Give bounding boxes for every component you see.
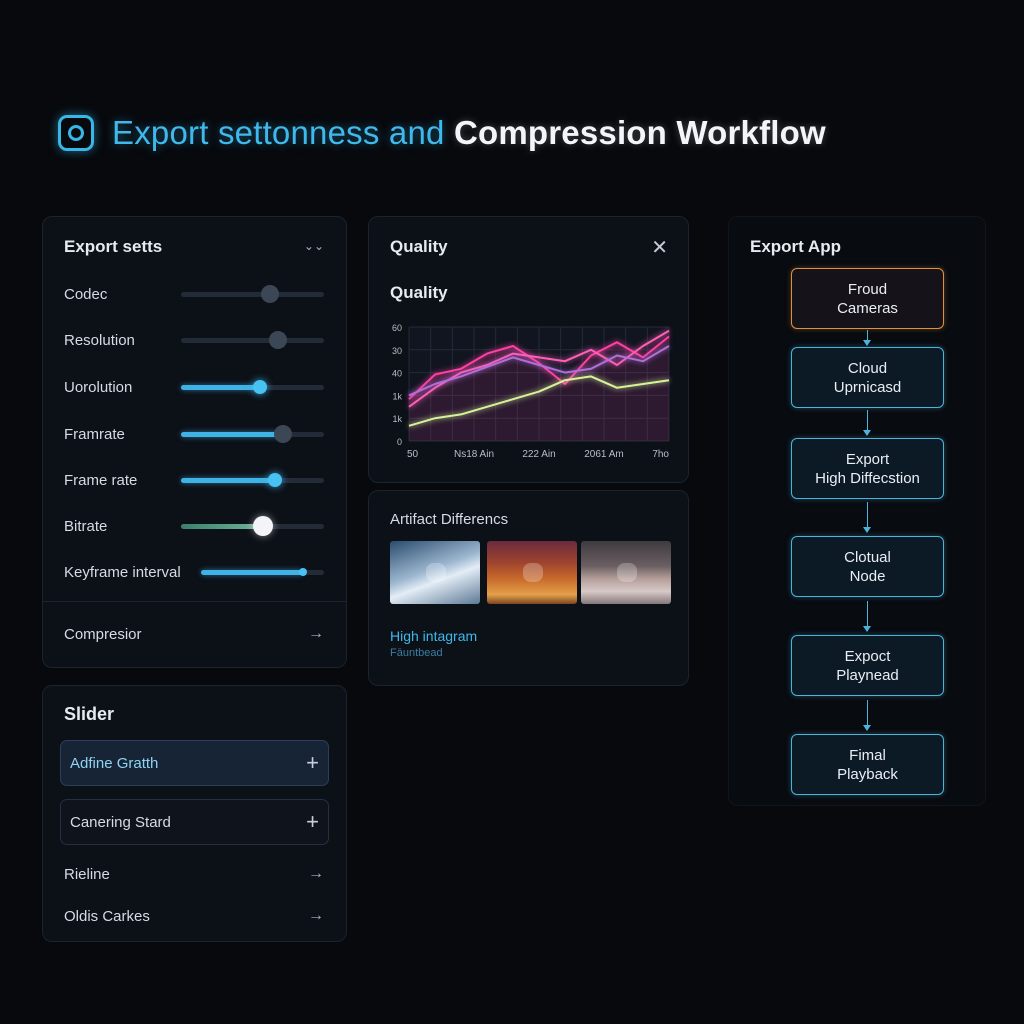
resolution-slider[interactable] [181, 331, 324, 349]
export-settings-title: Export setts [64, 237, 163, 256]
x-tick-label: 222 Ain [522, 449, 555, 460]
slider-handle[interactable] [252, 516, 273, 536]
flow-arrow [863, 700, 871, 731]
artifact-thumbnail[interactable] [487, 541, 577, 604]
setting-label: Keyframe interval [64, 563, 181, 581]
slider-handle[interactable] [268, 473, 283, 487]
arrow-right-icon: → [308, 865, 324, 882]
link-label: Oldis Carkes [64, 907, 150, 925]
pipeline-link[interactable]: Rieline → [64, 865, 324, 883]
x-tick-label: 50 [407, 449, 419, 460]
x-tick-label: Ns18 Ain [454, 449, 494, 460]
add-graph-button[interactable]: Adfine Gratth + [60, 740, 329, 786]
node-line: Clotual [844, 548, 891, 566]
y-tick-label: 1k [392, 414, 402, 424]
divider [43, 601, 346, 602]
bitrate-slider[interactable] [181, 516, 324, 536]
setting-row-bitrate: Bitrate [64, 514, 324, 538]
chevron-down-icon[interactable]: ⌄⌄ [304, 239, 324, 253]
quality-chart: 60 30 40 1k 1k 0 50 Ns18 Ain 222 Ain 2061 Am 7ho [392, 323, 670, 460]
setting-label: Resolution [64, 331, 135, 349]
artifact-title: Artifact Differencs [390, 511, 509, 528]
flow-node-source[interactable]: Froud Cameras [791, 268, 944, 329]
artifact-thumbnail[interactable] [581, 541, 671, 604]
setting-row-framrate: Framrate [64, 422, 324, 446]
slider-panel: Slider Adfine Gratth + Canering Stard + … [42, 685, 347, 942]
workflow-panel: Export App Froud Cameras Cloud Uprnicasd… [728, 216, 986, 806]
flow-node-export-playhead[interactable]: Expoct Playnead [791, 635, 944, 696]
flow-node-final-playback[interactable]: Fimal Playback [791, 734, 944, 795]
high-histogram-link[interactable]: High intagram [390, 628, 477, 644]
flow-arrow [863, 601, 871, 632]
canering-stard-button[interactable]: Canering Stard + [60, 799, 329, 845]
flow-arrow [863, 330, 871, 346]
setting-row-uorolution: Uorolution [64, 375, 324, 399]
button-label: Adfine Gratth [70, 754, 159, 772]
node-line: Cloud [847, 359, 888, 377]
arrow-right-icon: → [308, 907, 324, 924]
keyframe-interval-slider[interactable] [201, 568, 324, 576]
setting-label: Uorolution [64, 378, 133, 396]
artifact-subtext: Fāuntbead [390, 647, 443, 659]
setting-row-resolution: Resolution [64, 328, 324, 352]
export-settings-panel: Export setts ⌄⌄ Codec Resolution Uorolut… [42, 216, 347, 668]
node-line: Fimal [849, 746, 886, 764]
plus-icon: + [306, 809, 319, 834]
x-tick-label: 7ho [652, 449, 669, 460]
page-title: Export settonness and Compression Workfl… [112, 114, 826, 152]
setting-label: Framrate [64, 425, 125, 443]
flow-arrow [863, 410, 871, 436]
workflow-title: Export App [750, 237, 841, 256]
y-tick-label: 60 [392, 323, 402, 333]
camera-logo-icon [58, 115, 94, 151]
flow-node-cloud-upload[interactable]: Cloud Uprnicasd [791, 347, 944, 408]
slider-handle[interactable] [252, 380, 267, 394]
app-header: Export settonness and Compression Workfl… [58, 108, 826, 158]
node-line: Cameras [837, 299, 898, 317]
slider-handle[interactable] [273, 425, 292, 443]
button-label: Canering Stard [70, 813, 171, 831]
node-line: Playnead [836, 666, 899, 684]
y-tick-label: 0 [397, 437, 402, 447]
arrow-right-icon: → [308, 625, 324, 642]
node-line: Export [845, 450, 890, 468]
flow-node-cloud-node[interactable]: Clotual Node [791, 536, 944, 597]
y-tick-label: 30 [392, 346, 402, 356]
artifact-panel: Artifact Differencs High intagram Fāuntb… [368, 490, 689, 686]
framrate-slider[interactable] [181, 425, 324, 443]
link-label: Rieline [64, 865, 110, 883]
slider-handle[interactable] [260, 285, 279, 303]
compression-label: Compresior [64, 625, 142, 643]
node-line: Playback [837, 765, 898, 783]
page-title-part2: Compression Workflow [453, 114, 826, 151]
node-line: Uprnicasd [833, 378, 902, 396]
node-line: Froud [847, 280, 888, 298]
x-tick-label: 2061 Am [584, 449, 623, 460]
compression-link[interactable]: Compresior → [64, 625, 324, 643]
slider-panel-title: Slider [64, 704, 115, 724]
codec-slider[interactable] [181, 285, 324, 303]
setting-row-codec: Codec [64, 282, 324, 306]
page-title-part1: Export settonness and [112, 114, 445, 151]
frame-rate-slider[interactable] [181, 473, 324, 487]
setting-label: Codec [64, 285, 108, 303]
quality-panel: Quality ✕ Quality 60 30 40 1k 1k 0 50 Ns18 Ain 2… [368, 216, 689, 483]
oldis-carkes-link[interactable]: Oldis Carkes → [64, 907, 324, 925]
setting-row-frame-rate: Frame rate [64, 468, 324, 492]
uorolution-slider[interactable] [181, 380, 324, 394]
setting-label: Bitrate [64, 517, 108, 535]
setting-label: Frame rate [64, 471, 138, 489]
y-tick-label: 40 [392, 369, 402, 379]
setting-row-keyframe-interval: Keyframe interval [64, 560, 324, 584]
flow-arrow [863, 502, 871, 533]
slider-handle[interactable] [269, 331, 288, 349]
node-line: Expoct [844, 647, 891, 665]
artifact-thumbnail[interactable] [390, 541, 480, 604]
slider-handle[interactable] [299, 568, 308, 576]
flow-node-export[interactable]: Export High Diffecstion [791, 438, 944, 499]
node-line: High Diffecstion [815, 469, 920, 487]
plus-icon: + [306, 750, 319, 775]
y-tick-label: 1k [392, 391, 402, 401]
node-line: Node [849, 567, 886, 585]
